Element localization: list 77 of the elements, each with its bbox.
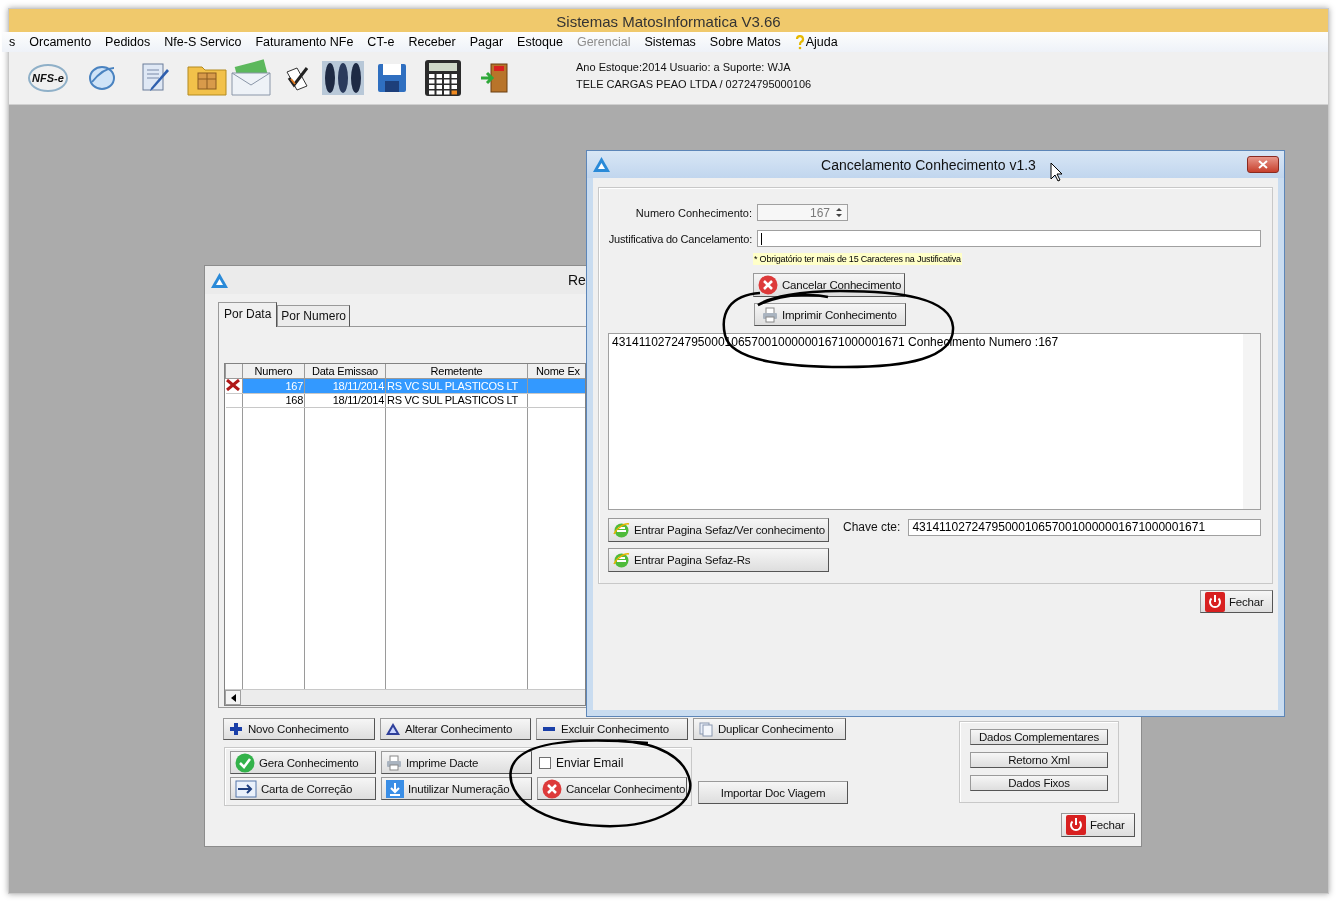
menu-item[interactable]: s <box>2 35 23 49</box>
menu-item[interactable]: Ajuda <box>787 34 845 50</box>
side-button[interactable]: Retorno Xml <box>970 752 1108 768</box>
cancel-icon <box>758 275 778 295</box>
app-logo-icon <box>593 157 610 172</box>
close-icon <box>1258 160 1268 169</box>
window-title: Re <box>568 272 586 288</box>
sefaz-button[interactable]: Entrar Pagina Sefaz-Rs <box>608 548 829 572</box>
field-label: Numero Conhecimento: <box>634 206 752 219</box>
import-button[interactable]: Importar Doc Viagem <box>698 781 848 804</box>
vertical-scrollbar[interactable] <box>1243 334 1260 509</box>
tab[interactable]: Por Numero <box>277 305 351 327</box>
field-label: Justificativa do Cancelamento: <box>608 232 752 245</box>
action-button[interactable]: Duplicar Conhecimento <box>693 718 846 740</box>
plus-icon <box>228 721 244 737</box>
checkbox-label: Enviar Email <box>556 755 624 770</box>
mouse-pointer-icon <box>1050 162 1063 182</box>
column-header[interactable]: Nome Ex <box>527 364 585 378</box>
field-label: Chave cte: <box>843 520 901 534</box>
menu-item[interactable]: CT-e <box>360 35 402 49</box>
column-header[interactable]: Data Emissao <box>304 364 386 378</box>
side-button[interactable]: Dados Complementares <box>970 729 1108 745</box>
menu-item[interactable]: Sistemas <box>637 35 703 49</box>
justification-field[interactable] <box>757 230 1261 247</box>
check-icon <box>235 752 255 773</box>
menu-item[interactable]: Orcamento <box>22 35 99 49</box>
sefaz-button[interactable]: Entrar Pagina Sefaz/Ver conhecimento <box>608 518 829 542</box>
action-button[interactable]: Gera Conhecimento <box>230 751 376 774</box>
column-header[interactable]: Remetente <box>385 364 528 378</box>
menu-item[interactable]: Sobre Matos <box>702 35 788 49</box>
window-title: Sistemas MatosInformatica V3.66 <box>9 9 1328 32</box>
left-arrow-icon <box>230 693 236 702</box>
action-button[interactable]: Novo Conhecimento <box>223 718 375 740</box>
tab[interactable]: Por Data <box>218 302 278 327</box>
action-button[interactable]: Imprime Dacte <box>381 751 532 774</box>
action-button[interactable]: Carta de Correção <box>230 777 376 800</box>
column-header[interactable]: Numero <box>242 364 305 378</box>
menu-item[interactable]: Pedidos <box>98 35 158 49</box>
side-button[interactable]: Dados Fixos <box>970 775 1108 791</box>
action-button[interactable]: Inutilizar Numeração <box>381 777 532 800</box>
calculator-icon[interactable] <box>423 59 462 97</box>
download-icon <box>386 779 404 798</box>
help-icon <box>794 34 805 50</box>
action-button[interactable]: Cancelar Conhecimento <box>537 777 687 800</box>
key-field[interactable]: 43141102724795000106570010000001671000001671 <box>908 518 1261 536</box>
required-note: * Obrigatório ter mais de 15 Caracteres na Justificativa <box>753 253 962 265</box>
close-button[interactable] <box>1247 156 1279 173</box>
arrow-box-icon <box>235 779 257 798</box>
menu-item[interactable]: Nfe-S Servico <box>157 35 249 49</box>
menu-item[interactable]: Receber <box>401 35 463 49</box>
print-button[interactable]: Imprimir Conhecimento <box>754 303 906 326</box>
scroll-left-button[interactable] <box>225 690 241 705</box>
app-logo-icon <box>211 272 228 288</box>
menu-item[interactable]: Estoque <box>510 35 570 49</box>
email-checkbox[interactable] <box>539 756 551 769</box>
info-text: Ano Estoque:2014 Usuario: a Suporte: WJA <box>576 60 792 73</box>
menu-item[interactable]: Pagar <box>462 35 511 49</box>
close-button[interactable]: Fechar <box>1200 590 1273 613</box>
window-title: Cancelamento Conhecimento v1.3 <box>821 156 1036 173</box>
action-button[interactable]: Alterar Conhecimento <box>380 718 531 740</box>
exit-door-icon[interactable] <box>479 62 511 94</box>
copy-icon <box>698 721 714 737</box>
power-icon <box>1205 591 1225 612</box>
cross-mark-icon <box>225 378 240 391</box>
cancel-button[interactable]: Cancelar Conhecimento <box>753 273 905 297</box>
power-icon <box>1066 815 1086 835</box>
triangle-icon <box>385 721 401 737</box>
cancel-icon <box>542 778 562 799</box>
info-text: TELE CARGAS PEAO LTDA / 02724795000106 <box>576 77 812 90</box>
nfse-button[interactable]: NFS-e <box>28 64 68 92</box>
browser-icon <box>613 521 630 539</box>
printer-icon <box>386 754 402 771</box>
printer-icon <box>762 306 778 323</box>
menu-item[interactable]: Faturamento NFe <box>248 35 361 49</box>
close-button[interactable]: Fechar <box>1061 813 1135 837</box>
action-button[interactable]: Excluir Conhecimento <box>536 718 688 740</box>
browser-icon <box>613 551 630 569</box>
